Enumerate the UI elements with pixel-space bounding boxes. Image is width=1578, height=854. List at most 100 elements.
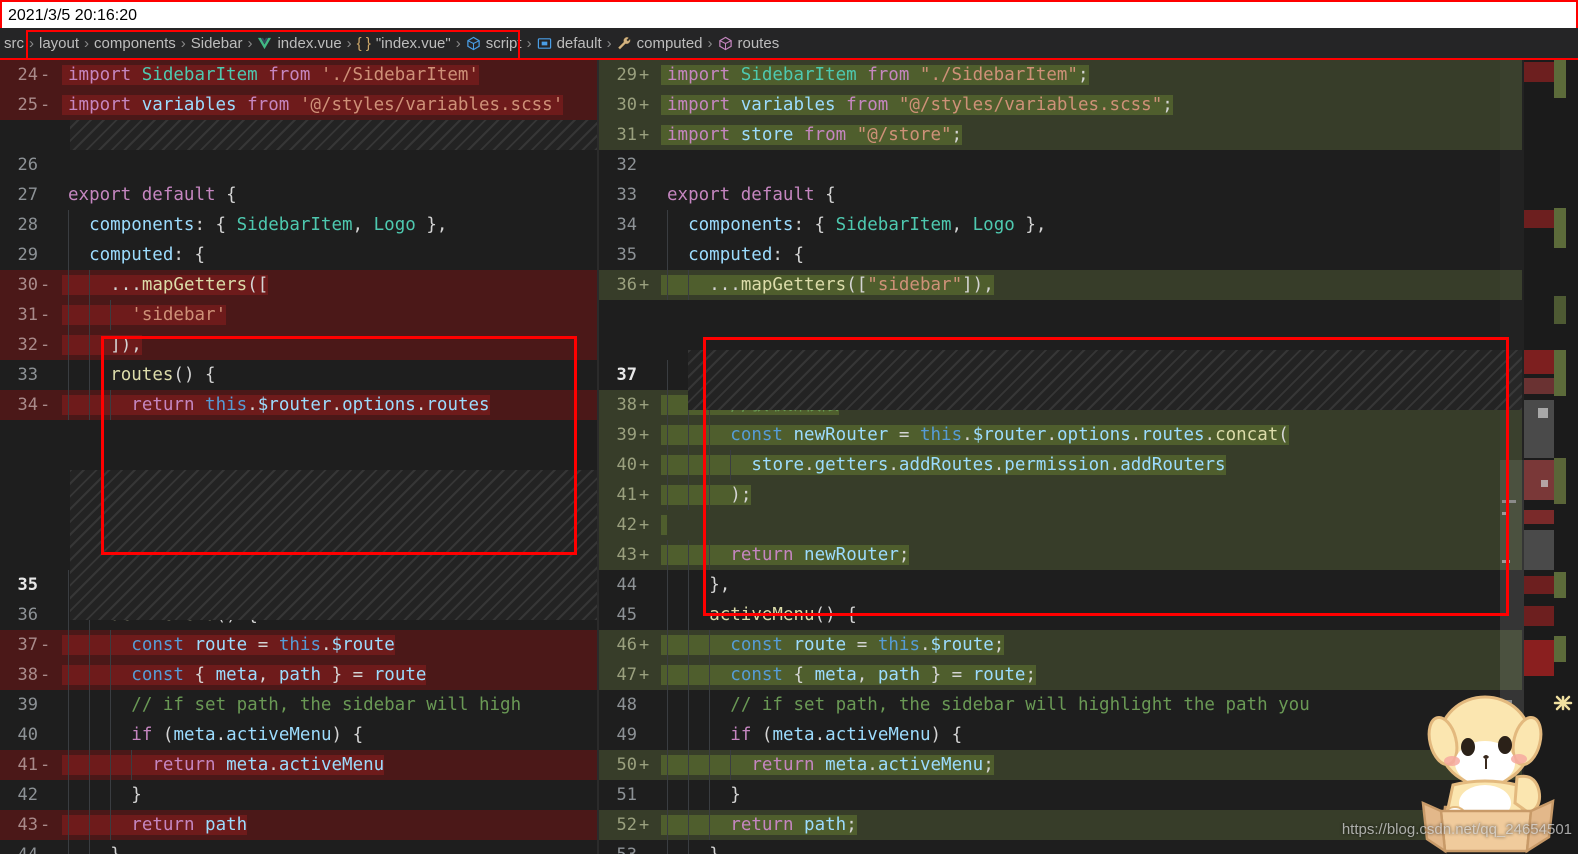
code-cell[interactable]: return this.$router.options.routes xyxy=(62,390,490,420)
code-line[interactable]: 46 + const route = this.$route; xyxy=(599,630,1522,660)
breadcrumb-item-components[interactable]: components xyxy=(92,35,178,52)
code-cell[interactable]: if (meta.activeMenu) { xyxy=(661,720,962,750)
code-line[interactable]: 35 }, xyxy=(0,570,597,600)
code-line[interactable]: 37 routes() { xyxy=(599,360,1522,390)
breadcrumb-item-layout[interactable]: layout xyxy=(37,35,81,52)
code-cell[interactable]: // if set path, the sidebar will highlig… xyxy=(661,690,1310,720)
code-line[interactable]: 44 }, xyxy=(0,840,597,854)
code-line[interactable]: 30 + import variables from "@/styles/varia… xyxy=(599,90,1522,120)
code-cell[interactable]: import variables from "@/styles/variable… xyxy=(661,90,1173,120)
code-cell[interactable]: import variables from '@/styles/variable… xyxy=(62,90,564,120)
code-line[interactable]: 29 computed: { xyxy=(0,240,597,270)
code-line[interactable]: 34 components: { SidebarItem, Logo }, xyxy=(599,210,1522,240)
code-line[interactable]: 42 + xyxy=(599,510,1522,540)
code-cell[interactable]: //获取新权限 xyxy=(661,390,839,420)
diff-editor[interactable]: 24- import SidebarItem from './SidebarIte… xyxy=(0,60,1578,854)
breadcrumb-item-computed[interactable]: computed xyxy=(615,35,705,52)
code-cell[interactable]: import SidebarItem from './SidebarItem' xyxy=(62,60,479,90)
code-line[interactable]: 43 + return newRouter; xyxy=(599,540,1522,570)
breadcrumb-item-sidebar[interactable]: Sidebar xyxy=(189,35,245,52)
code-line[interactable]: 45 activeMenu() { xyxy=(599,600,1522,630)
code-line[interactable]: 28 components: { SidebarItem, Logo }, xyxy=(0,210,597,240)
code-line[interactable]: 49 if (meta.activeMenu) { xyxy=(599,720,1522,750)
code-line[interactable]: 26 xyxy=(0,150,597,180)
code-cell[interactable]: ...mapGetters([ xyxy=(62,270,269,300)
code-line[interactable]: 31- 'sidebar' xyxy=(0,300,597,330)
code-line[interactable]: 25- import variables from '@/styles/varia… xyxy=(0,90,597,120)
code-line[interactable]: 32 xyxy=(599,150,1522,180)
code-cell[interactable]: return meta.activeMenu; xyxy=(661,750,994,780)
code-cell[interactable]: export default { xyxy=(661,180,836,210)
breadcrumb-item-index-vue-symbol[interactable]: { } "index.vue" xyxy=(355,35,453,52)
code-line[interactable]: 35 computed: { xyxy=(599,240,1522,270)
code-cell[interactable]: ); xyxy=(661,480,752,510)
code-line[interactable]: 31 + import store from "@/store"; xyxy=(599,120,1522,150)
code-cell[interactable]: return meta.activeMenu xyxy=(62,750,385,780)
code-cell[interactable]: const route = this.$route xyxy=(62,630,395,660)
code-cell[interactable]: }, xyxy=(62,840,131,854)
code-line[interactable]: 43- return path xyxy=(0,810,597,840)
code-line[interactable]: 40 + store.getters.addRoutes.permission.a… xyxy=(599,450,1522,480)
code-cell[interactable]: // if set path, the sidebar will high xyxy=(62,690,521,720)
code-line[interactable]: 53 }, xyxy=(599,840,1522,854)
code-line[interactable]: 51 } xyxy=(599,780,1522,810)
code-cell[interactable]: ]), xyxy=(62,330,142,360)
code-line[interactable]: 27 export default { xyxy=(0,180,597,210)
code-line[interactable]: 47 + const { meta, path } = route; xyxy=(599,660,1522,690)
code-line[interactable]: 42 } xyxy=(0,780,597,810)
code-cell[interactable]: return path; xyxy=(661,810,857,840)
code-cell[interactable]: return newRouter; xyxy=(661,540,910,570)
code-line[interactable]: 36 + ...mapGetters(["sidebar"]), xyxy=(599,270,1522,300)
code-line[interactable]: 40 if (meta.activeMenu) { xyxy=(0,720,597,750)
code-cell[interactable]: computed: { xyxy=(62,240,205,270)
code-cell[interactable]: activeMenu() { xyxy=(661,600,857,630)
code-line[interactable]: 48 // if set path, the sidebar will high… xyxy=(599,690,1522,720)
code-cell[interactable]: 'sidebar' xyxy=(62,300,227,330)
code-cell[interactable]: const newRouter = this.$router.options.r… xyxy=(661,420,1289,450)
code-cell[interactable]: ...mapGetters(["sidebar"]), xyxy=(661,270,994,300)
code-cell[interactable]: const route = this.$route; xyxy=(661,630,1005,660)
code-cell[interactable] xyxy=(661,150,667,180)
code-cell[interactable]: if (meta.activeMenu) { xyxy=(62,720,363,750)
code-line[interactable]: 34- return this.$router.options.routes xyxy=(0,390,597,420)
breadcrumb-item-routes[interactable]: routes xyxy=(716,35,782,52)
code-line[interactable]: 24- import SidebarItem from './SidebarIte… xyxy=(0,60,597,90)
code-line[interactable]: 41- return meta.activeMenu xyxy=(0,750,597,780)
code-cell[interactable]: }, xyxy=(62,570,131,600)
code-cell[interactable]: store.getters.addRoutes.permission.addRo… xyxy=(661,450,1226,480)
code-cell[interactable]: components: { SidebarItem, Logo }, xyxy=(661,210,1046,240)
code-line[interactable]: 39 + const newRouter = this.$router.optio… xyxy=(599,420,1522,450)
code-cell[interactable]: const { meta, path } = route xyxy=(62,660,427,690)
breadcrumb-item-index-vue[interactable]: index.vue xyxy=(255,35,343,52)
code-cell[interactable]: }, xyxy=(661,570,730,600)
breadcrumb-item-src[interactable]: src xyxy=(2,35,26,52)
code-cell[interactable]: computed: { xyxy=(661,240,804,270)
code-cell[interactable]: components: { SidebarItem, Logo }, xyxy=(62,210,447,240)
code-cell[interactable]: }, xyxy=(661,840,730,854)
code-cell[interactable]: import store from "@/store"; xyxy=(661,120,963,150)
code-line[interactable]: 36 activeMenu() { xyxy=(0,600,597,630)
code-cell[interactable]: routes() { xyxy=(62,360,216,390)
code-cell[interactable] xyxy=(661,510,667,540)
diff-pane-original[interactable]: 24- import SidebarItem from './SidebarIte… xyxy=(0,60,597,854)
breadcrumb-item-default[interactable]: default xyxy=(535,35,604,52)
breadcrumb[interactable]: src › layout › components › Sidebar › in… xyxy=(0,28,1578,60)
code-cell[interactable]: return path xyxy=(62,810,248,840)
code-cell[interactable]: const { meta, path } = route; xyxy=(661,660,1036,690)
code-line[interactable]: 38 + //获取新权限 xyxy=(599,390,1522,420)
code-line[interactable]: 29 + import SidebarItem from "./SidebarIte… xyxy=(599,60,1522,90)
code-cell[interactable]: } xyxy=(62,780,142,810)
code-cell[interactable] xyxy=(62,150,68,180)
code-line[interactable]: 30- ...mapGetters([ xyxy=(0,270,597,300)
code-cell[interactable]: import SidebarItem from "./SidebarItem"; xyxy=(661,60,1089,90)
breadcrumb-item-script[interactable]: script xyxy=(464,35,524,52)
code-cell[interactable]: export default { xyxy=(62,180,237,210)
code-line[interactable]: 41 + ); xyxy=(599,480,1522,510)
code-line[interactable]: 33 export default { xyxy=(599,180,1522,210)
code-line[interactable]: 37- const route = this.$route xyxy=(0,630,597,660)
code-line[interactable]: 38- const { meta, path } = route xyxy=(0,660,597,690)
code-line[interactable]: 39 // if set path, the sidebar will high xyxy=(0,690,597,720)
code-line[interactable]: 44 }, xyxy=(599,570,1522,600)
code-cell[interactable]: activeMenu() { xyxy=(62,600,258,630)
code-line[interactable]: 32- ]), xyxy=(0,330,597,360)
